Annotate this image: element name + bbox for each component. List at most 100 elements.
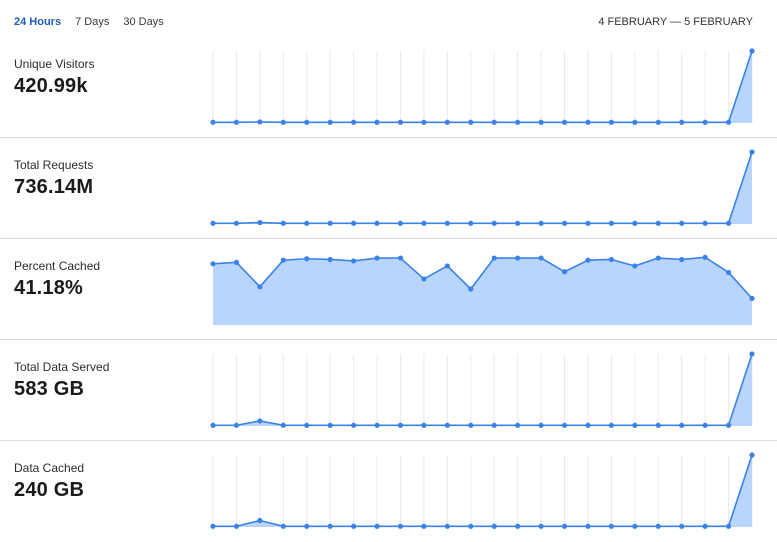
data-point bbox=[655, 220, 661, 226]
data-point bbox=[210, 220, 216, 226]
data-point bbox=[679, 523, 685, 529]
sparkline-chart-total-data-served bbox=[210, 351, 755, 428]
data-point bbox=[608, 220, 614, 226]
data-point bbox=[515, 220, 521, 226]
data-point bbox=[397, 119, 404, 125]
data-point bbox=[679, 220, 685, 226]
data-point bbox=[585, 119, 591, 125]
data-point bbox=[491, 220, 497, 226]
data-point bbox=[561, 523, 568, 529]
data-point bbox=[749, 452, 755, 458]
data-point bbox=[421, 276, 427, 282]
data-point bbox=[351, 220, 357, 226]
data-point bbox=[374, 422, 380, 428]
metric-panel-percent-cached: Percent Cached 41.18% bbox=[0, 239, 777, 340]
data-point bbox=[327, 523, 333, 529]
sparkline-chart-unique-visitors bbox=[210, 48, 755, 125]
data-point bbox=[655, 422, 661, 428]
data-point bbox=[304, 523, 310, 529]
data-point bbox=[421, 119, 427, 125]
data-point bbox=[585, 257, 591, 263]
data-point bbox=[725, 269, 732, 276]
data-point bbox=[257, 119, 263, 125]
data-point bbox=[468, 220, 474, 226]
data-point bbox=[444, 119, 450, 125]
data-point bbox=[725, 422, 732, 428]
data-point bbox=[210, 422, 216, 428]
data-point bbox=[632, 119, 638, 125]
area-fill bbox=[213, 354, 752, 426]
data-point bbox=[421, 523, 427, 529]
data-point bbox=[561, 269, 568, 275]
data-point bbox=[257, 517, 263, 524]
data-point bbox=[327, 220, 333, 226]
data-point bbox=[725, 220, 732, 226]
metric-panel-total-requests: Total Requests 736.14M bbox=[0, 138, 777, 239]
area-fill bbox=[213, 51, 752, 123]
data-point bbox=[702, 220, 708, 226]
tab-7-days[interactable]: 7 Days bbox=[75, 16, 109, 28]
date-range: 4 FEBRUARY — 5 FEBRUARY bbox=[598, 16, 753, 28]
data-point bbox=[304, 256, 310, 262]
data-point bbox=[702, 254, 708, 260]
data-point bbox=[491, 119, 497, 125]
data-point bbox=[515, 255, 521, 261]
data-point bbox=[608, 422, 614, 428]
data-point bbox=[608, 119, 614, 125]
data-point bbox=[374, 220, 380, 226]
data-point bbox=[585, 523, 591, 529]
data-point bbox=[538, 255, 544, 261]
sparkline-chart-percent-cached bbox=[210, 254, 755, 325]
tab-24-hours[interactable]: 24 Hours bbox=[14, 16, 61, 28]
data-point bbox=[632, 422, 638, 428]
data-point bbox=[374, 119, 380, 125]
data-point bbox=[351, 119, 357, 125]
data-point bbox=[304, 220, 310, 226]
data-point bbox=[538, 523, 544, 529]
data-point bbox=[444, 220, 450, 226]
data-point bbox=[608, 523, 614, 529]
data-point bbox=[374, 523, 380, 529]
data-point bbox=[491, 422, 497, 428]
data-point bbox=[327, 119, 333, 125]
data-point bbox=[491, 523, 497, 529]
data-point bbox=[468, 286, 474, 292]
metric-panel-data-cached: Data Cached 240 GB bbox=[0, 441, 777, 542]
data-point bbox=[210, 523, 216, 529]
data-point bbox=[233, 422, 240, 428]
data-point bbox=[491, 255, 497, 261]
data-point bbox=[655, 523, 661, 529]
data-point bbox=[632, 523, 638, 529]
data-point bbox=[257, 418, 263, 424]
data-point bbox=[679, 256, 685, 263]
data-point bbox=[725, 119, 732, 125]
data-point bbox=[397, 523, 404, 529]
data-point bbox=[397, 422, 404, 428]
data-point bbox=[585, 422, 591, 428]
data-point bbox=[421, 220, 427, 226]
data-point bbox=[679, 422, 685, 428]
data-point bbox=[233, 220, 240, 226]
data-point bbox=[304, 422, 310, 428]
data-point bbox=[515, 523, 521, 529]
data-point bbox=[280, 119, 286, 125]
area-fill bbox=[213, 455, 752, 527]
data-point bbox=[538, 220, 544, 226]
area-fill bbox=[213, 152, 752, 224]
data-point bbox=[702, 119, 708, 125]
data-point bbox=[561, 119, 568, 125]
data-point bbox=[280, 523, 286, 529]
series-line bbox=[213, 454, 753, 528]
time-range-tabs: 24 Hours 7 Days 30 Days bbox=[14, 16, 164, 28]
metric-panel-unique-visitors: Unique Visitors 420.99k bbox=[0, 37, 777, 138]
data-point bbox=[749, 48, 755, 54]
data-point bbox=[749, 149, 755, 155]
sparkline-chart-data-cached bbox=[210, 452, 755, 529]
data-point bbox=[515, 422, 521, 428]
tab-30-days[interactable]: 30 Days bbox=[123, 16, 163, 28]
data-point bbox=[655, 119, 661, 125]
series-line bbox=[213, 353, 753, 427]
data-point bbox=[280, 422, 286, 428]
data-point bbox=[280, 220, 286, 226]
series-line bbox=[213, 50, 753, 124]
